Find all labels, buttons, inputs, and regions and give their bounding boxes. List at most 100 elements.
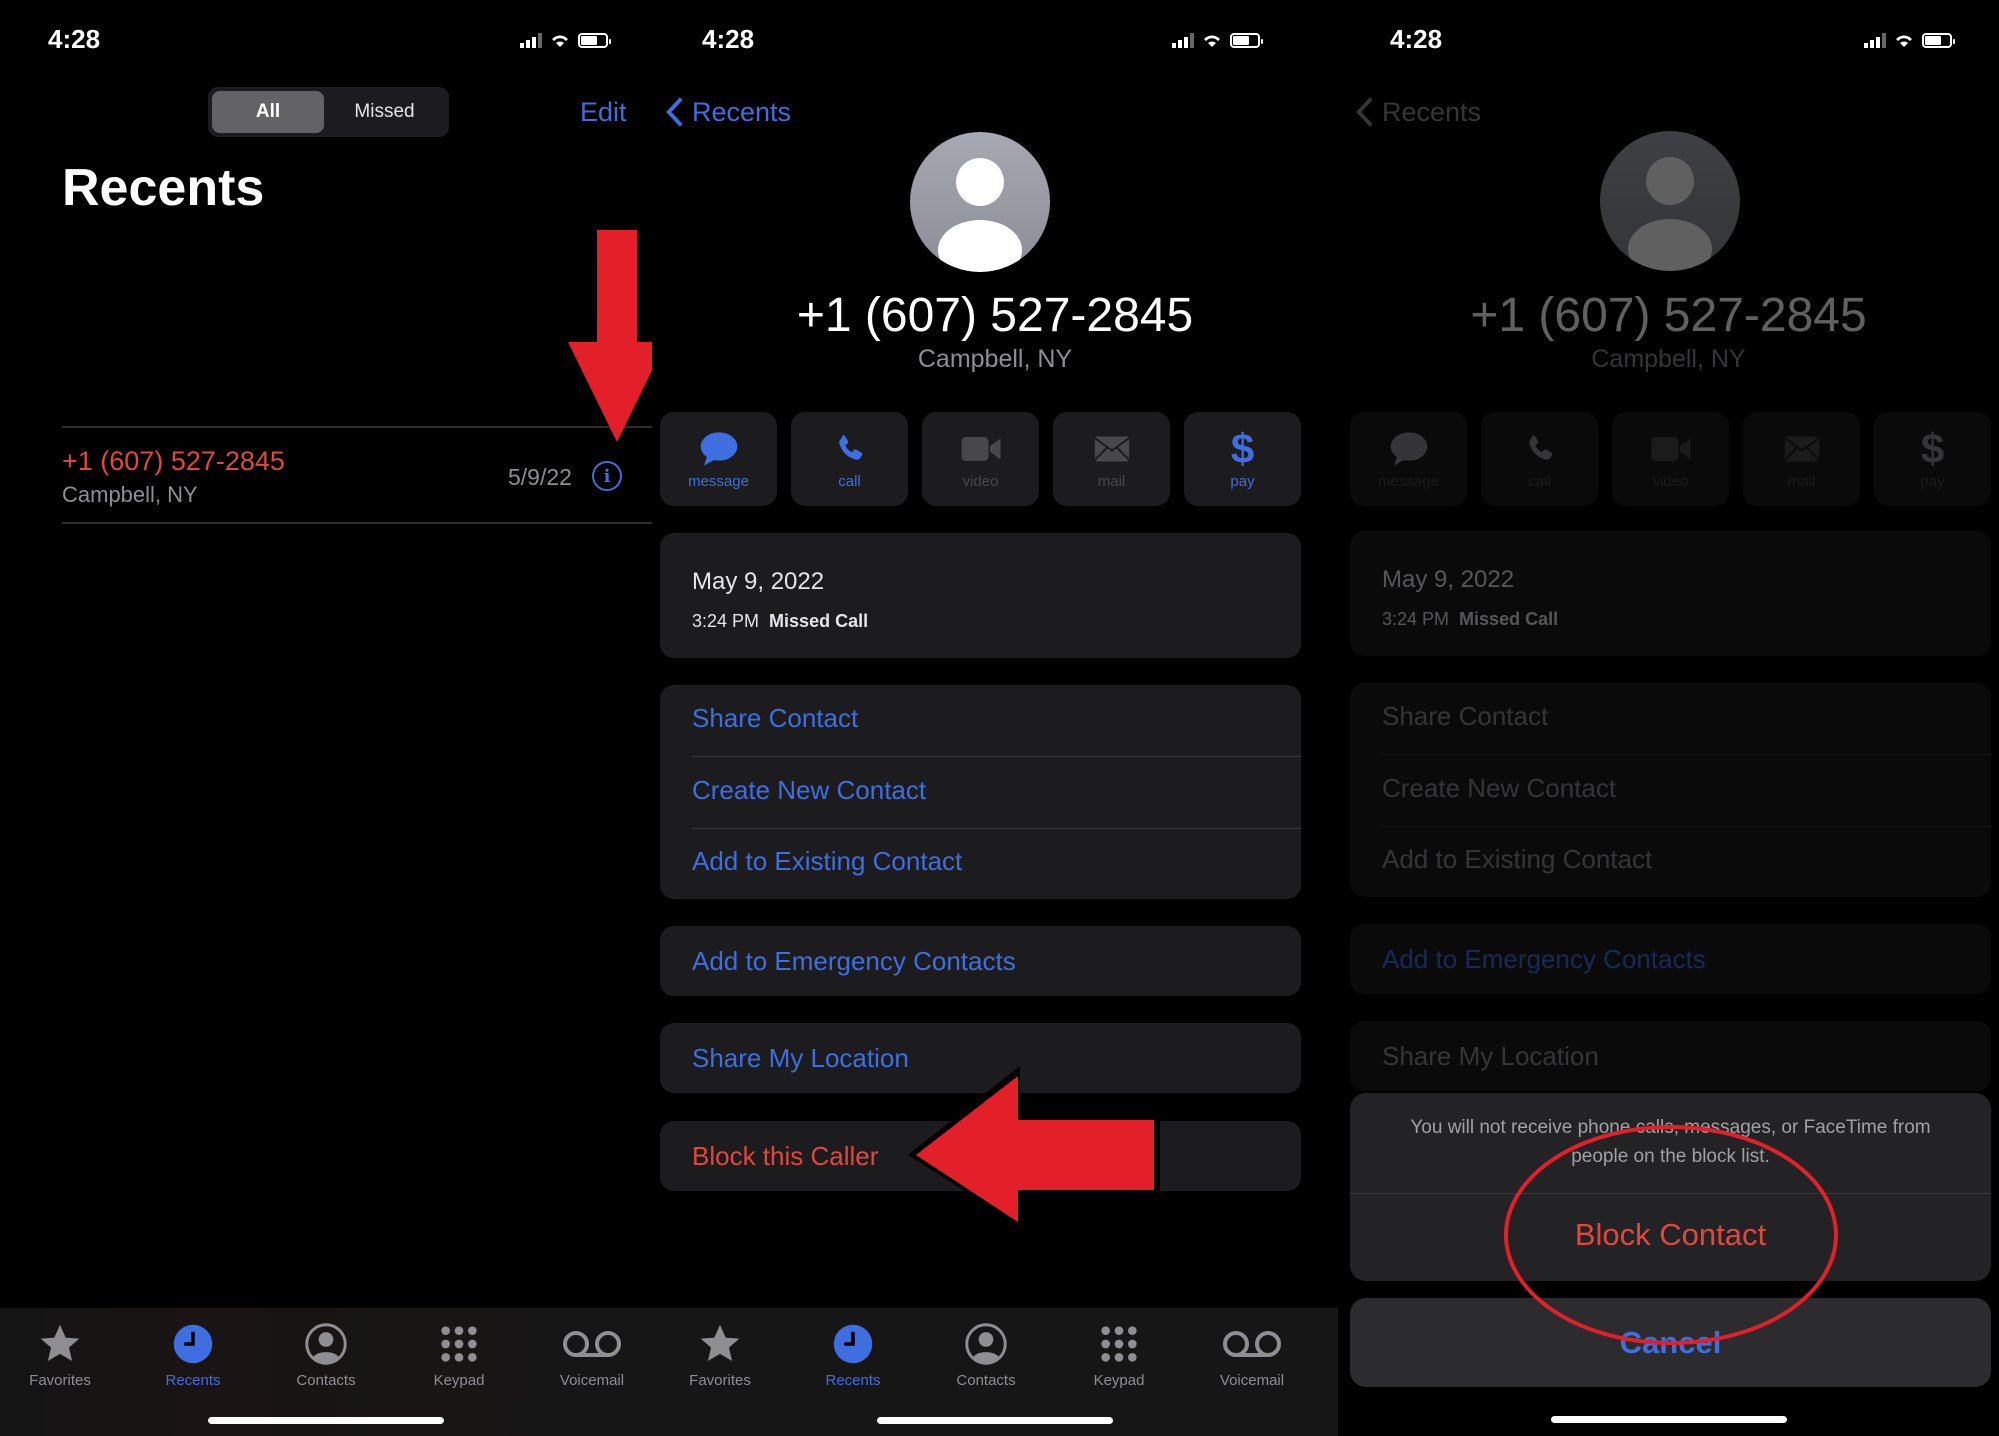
tab-favorites[interactable]: Favorites xyxy=(0,1320,120,1389)
tab-bar: Favorites Recents Contacts Keypad Voicem… xyxy=(0,1308,652,1436)
voicemail-icon xyxy=(563,1331,621,1357)
pay-button[interactable]: $ pay xyxy=(1184,412,1301,506)
divider xyxy=(692,756,1301,757)
block-confirmation-screen: 4:28 Recents +1 (607) 527-2845 Campbell,… xyxy=(1338,0,1999,1436)
share-my-location-button[interactable]: Share My Location xyxy=(692,1043,909,1074)
phone-icon xyxy=(838,434,862,460)
battery-icon xyxy=(1230,33,1263,48)
emergency-group: Add to Emergency Contacts xyxy=(1350,924,1991,994)
call-date: May 9, 2022 xyxy=(692,568,825,595)
divider xyxy=(692,828,1301,829)
message-button[interactable]: message xyxy=(1350,412,1467,506)
add-to-existing-contact-button[interactable]: Add to Existing Contact xyxy=(692,846,962,877)
create-new-contact-button[interactable]: Create New Contact xyxy=(692,775,926,806)
page-title: Recents xyxy=(62,159,265,217)
tab-contacts[interactable]: Contacts xyxy=(926,1320,1046,1389)
caller-detail-screen: 4:28 Recents +1 (607) 527-2845 Campbell,… xyxy=(652,0,1338,1436)
action-buttons: message call video mail $ pay xyxy=(660,412,1301,506)
signal-icon xyxy=(520,32,542,48)
person-circle-icon xyxy=(305,1323,347,1365)
dollar-icon: $ xyxy=(1230,424,1255,472)
divider xyxy=(1382,826,1991,827)
tab-keypad[interactable]: Keypad xyxy=(1059,1320,1179,1389)
emergency-group: Add to Emergency Contacts xyxy=(660,926,1301,996)
divider xyxy=(62,522,652,524)
segment-all[interactable]: All xyxy=(212,91,324,133)
block-this-caller-button[interactable]: Block this Caller xyxy=(692,1141,878,1172)
home-indicator[interactable] xyxy=(208,1417,444,1424)
back-button[interactable]: Recents xyxy=(666,96,791,128)
avatar xyxy=(1600,131,1740,271)
call-button[interactable]: call xyxy=(791,412,908,506)
pay-button[interactable]: $ pay xyxy=(1874,412,1991,506)
contact-options-group: Share Contact Create New Contact Add to … xyxy=(660,685,1301,899)
person-icon xyxy=(1628,157,1712,271)
segment-missed[interactable]: Missed xyxy=(324,91,445,133)
recents-screen: 4:28 All Missed Edit Recents +1 (607) 52… xyxy=(0,0,652,1436)
divider xyxy=(1382,754,1991,755)
phone-icon xyxy=(1528,434,1552,460)
signal-icon xyxy=(1864,32,1886,48)
chevron-left-icon xyxy=(1356,97,1373,127)
battery-icon xyxy=(578,33,611,48)
tab-recents[interactable]: Recents xyxy=(133,1320,253,1389)
recents-filter-segmented-control: All Missed xyxy=(208,87,449,137)
tab-favorites[interactable]: Favorites xyxy=(660,1320,780,1389)
call-info-card: May 9, 2022 3:24 PM Missed Call xyxy=(660,533,1301,658)
status-time: 4:28 xyxy=(702,24,755,54)
call-time-and-type: 3:24 PM Missed Call xyxy=(1382,609,1559,629)
add-to-emergency-contacts-button[interactable]: Add to Emergency Contacts xyxy=(692,946,1016,977)
person-icon xyxy=(938,158,1022,272)
mail-button[interactable]: mail xyxy=(1053,412,1170,506)
edit-button[interactable]: Edit xyxy=(580,97,627,128)
tab-keypad[interactable]: Keypad xyxy=(399,1320,519,1389)
status-time: 4:28 xyxy=(48,24,101,54)
status-icons xyxy=(520,28,611,48)
tab-voicemail[interactable]: Voicemail xyxy=(1192,1320,1312,1389)
video-camera-icon xyxy=(961,436,1000,461)
tab-voicemail[interactable]: Voicemail xyxy=(532,1320,652,1389)
info-icon[interactable]: i xyxy=(592,461,622,491)
call-button[interactable]: call xyxy=(1481,412,1598,506)
mail-button[interactable]: mail xyxy=(1743,412,1860,506)
clock-icon xyxy=(833,1324,873,1364)
video-button[interactable]: video xyxy=(1612,412,1729,506)
star-icon xyxy=(40,1324,80,1362)
battery-icon xyxy=(1922,33,1955,48)
share-my-location-button[interactable]: Share My Location xyxy=(1382,1041,1599,1072)
keypad-icon xyxy=(1101,1326,1137,1362)
caller-number: +1 (607) 527-2845 xyxy=(1470,289,1867,342)
add-to-existing-contact-button[interactable]: Add to Existing Contact xyxy=(1382,844,1652,875)
dollar-icon: $ xyxy=(1920,424,1945,472)
caller-number: +1 (607) 527-2845 xyxy=(796,289,1194,342)
status-icons xyxy=(1172,28,1263,48)
tab-contacts[interactable]: Contacts xyxy=(266,1320,386,1389)
home-indicator[interactable] xyxy=(1550,1416,1787,1423)
share-contact-button[interactable]: Share Contact xyxy=(1382,701,1548,732)
caller-location: Campbell, NY xyxy=(917,345,1073,373)
add-to-emergency-contacts-button[interactable]: Add to Emergency Contacts xyxy=(1382,944,1706,975)
person-circle-icon xyxy=(965,1323,1007,1365)
message-bubble-icon xyxy=(1390,431,1427,466)
share-contact-button[interactable]: Share Contact xyxy=(692,703,858,734)
create-new-contact-button[interactable]: Create New Contact xyxy=(1382,773,1616,804)
back-label: Recents xyxy=(1382,96,1482,127)
status-time: 4:28 xyxy=(1390,24,1443,54)
message-button[interactable]: message xyxy=(660,412,777,506)
tab-bar: Favorites Recents Contacts Keypad Voicem… xyxy=(652,1308,1338,1436)
envelope-icon xyxy=(1783,436,1820,461)
tab-recents[interactable]: Recents xyxy=(793,1320,913,1389)
home-indicator[interactable] xyxy=(877,1417,1113,1424)
wifi-icon xyxy=(552,35,568,47)
call-info-card: May 9, 2022 3:24 PM Missed Call xyxy=(1350,531,1991,656)
call-time-and-type: 3:24 PM Missed Call xyxy=(692,611,869,631)
annotation-circle xyxy=(1504,1125,1838,1345)
back-label: Recents xyxy=(692,96,792,127)
status-icons xyxy=(1864,28,1955,48)
star-icon xyxy=(700,1324,740,1362)
annotation-left-arrow xyxy=(908,1066,1160,1226)
call-location: Campbell, NY xyxy=(62,482,198,507)
back-button[interactable]: Recents xyxy=(1356,96,1481,128)
video-button[interactable]: video xyxy=(922,412,1039,506)
chevron-left-icon xyxy=(666,97,683,127)
